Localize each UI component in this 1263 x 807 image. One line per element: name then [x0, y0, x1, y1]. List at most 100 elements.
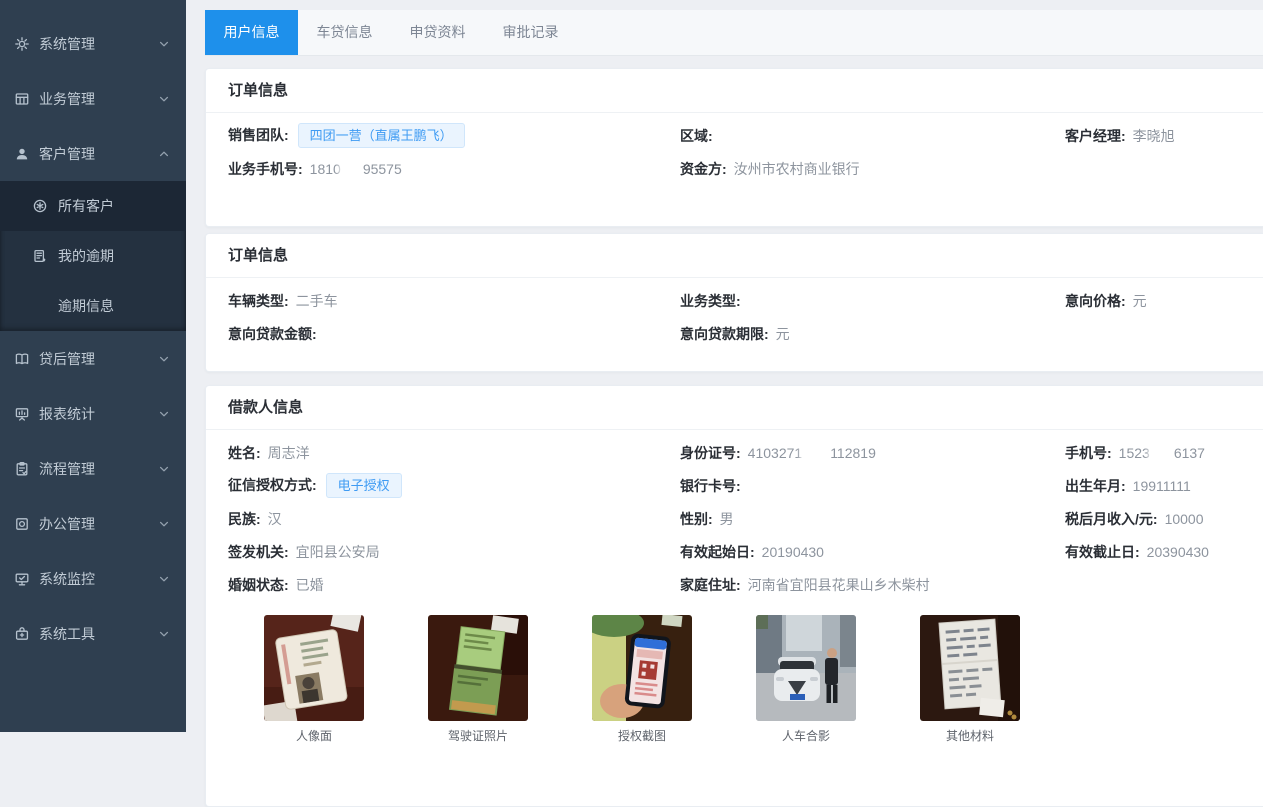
attachment-thumbnail-phone-qr[interactable] — [592, 615, 692, 721]
attachment-label: 驾驶证照片 — [428, 727, 528, 744]
field-value: 河南省宜阳县花果山乡木柴村 — [748, 577, 930, 593]
sidebar-item-all-customers[interactable]: 所有客户 — [0, 181, 186, 231]
attachment-label: 人车合影 — [756, 727, 856, 744]
sidebar-item-report-statistics[interactable]: 报表统计 — [0, 386, 186, 441]
field-row: 姓名:周志洋 身份证号:4103271112819 手机号:15236137 — [206, 436, 1263, 469]
field-label: 税后月收入/元: — [1065, 511, 1158, 527]
sidebar-item-label: 系统工具 — [39, 624, 95, 644]
sidebar-item-label: 报表统计 — [39, 404, 95, 424]
borrower-info-card: 借款人信息 姓名:周志洋 身份证号:4103271112819 手机号:1523… — [205, 385, 1263, 807]
field-row: 婚姻状态:已婚 家庭住址: 河南省宜阳县花果山乡木柴村 — [206, 568, 1263, 601]
sidebar-submenu-customer: 所有客户 我的逾期 逾期信息 — [0, 181, 186, 331]
attachment-thumbnail-handwritten-document[interactable] — [920, 615, 1020, 721]
field-label: 意向贷款金额: — [228, 326, 317, 342]
field-label: 业务类型: — [680, 293, 741, 309]
toolbox-icon — [14, 626, 30, 642]
field-valid-to: 有效截止日:20390430 — [1065, 542, 1263, 562]
user-icon — [14, 146, 30, 162]
field-valid-from: 有效起始日: 20190430 — [680, 542, 1065, 562]
field-row: 车辆类型: 二手车 业务类型: 意向价格:元 — [206, 284, 1263, 317]
field-marital-status: 婚姻状态:已婚 — [228, 575, 680, 595]
tab-approval-records[interactable]: 审批记录 — [484, 10, 577, 55]
chevron-down-icon — [158, 573, 170, 585]
field-intended-loan-term: 意向贷款期限:元 — [680, 324, 1065, 344]
field-birth-date: 出生年月:19911111 — [1065, 476, 1263, 496]
field-value: 4103271112819 — [748, 445, 876, 461]
field-label: 有效起始日: — [680, 544, 755, 560]
field-label: 性别: — [680, 511, 713, 527]
clipboard-icon — [14, 461, 30, 477]
chevron-down-icon — [158, 518, 170, 530]
credit-auth-tag[interactable]: 电子授权 — [326, 473, 402, 498]
card-title: 订单信息 — [206, 234, 1263, 278]
field-label: 意向贷款期限: — [680, 326, 769, 342]
sidebar-item-label: 所有客户 — [58, 196, 114, 216]
field-row: 征信授权方式: 电子授权 银行卡号: 出生年月:19911111 — [206, 469, 1263, 502]
sidebar-item-office-management[interactable]: 办公管理 — [0, 496, 186, 551]
order-info-card-1: 订单信息 销售团队:四团一营（直属王鹏飞） 区域: 客户经理:李晓旭 业务手机号… — [205, 68, 1263, 227]
sales-team-tag[interactable]: 四团一营（直属王鹏飞） — [298, 123, 465, 148]
chevron-down-icon — [158, 463, 170, 475]
field-mobile-phone: 手机号:15236137 — [1065, 443, 1263, 463]
field-issuing-authority: 签发机关: 宜阳县公安局 — [228, 542, 680, 562]
tab-loan-application-docs[interactable]: 申贷资料 — [391, 10, 484, 55]
field-label: 银行卡号: — [680, 478, 741, 494]
field-value: 汉 — [268, 511, 282, 527]
field-value: 宜阳县公安局 — [296, 544, 380, 560]
field-value: 20390430 — [1147, 544, 1209, 560]
field-sales-team: 销售团队: 四团一营（直属王鹏飞） — [228, 123, 680, 148]
field-customer-manager: 客户经理:李晓旭 — [1065, 126, 1263, 146]
field-funder: 资金方:汝州市农村商业银行 — [680, 159, 1065, 179]
order-info-card-2: 订单信息 车辆类型: 二手车 业务类型: 意向价格:元 意向贷款金额: 意向贷款期… — [205, 233, 1263, 372]
field-label: 客户经理: — [1065, 128, 1126, 144]
chevron-up-icon — [158, 148, 170, 160]
sidebar-item-label: 我的逾期 — [58, 246, 114, 266]
field-value: 汝州市农村商业银行 — [734, 161, 860, 177]
field-label: 家庭住址: — [680, 577, 741, 593]
sidebar-item-system-management[interactable]: 系统管理 — [0, 16, 186, 71]
square-circle-icon — [14, 516, 30, 532]
sidebar-item-post-loan-management[interactable]: 贷后管理 — [0, 331, 186, 386]
attachment-thumbnails — [228, 615, 1020, 721]
attachment-thumbnail-person-with-car[interactable] — [756, 615, 856, 721]
tab-car-loan-info[interactable]: 车贷信息 — [298, 10, 391, 55]
field-label: 车辆类型: — [228, 293, 289, 309]
sidebar-item-overdue-info[interactable]: 逾期信息 — [0, 281, 186, 331]
sidebar-item-my-overdue[interactable]: 我的逾期 — [0, 231, 186, 281]
field-value: 元 — [1133, 293, 1147, 309]
field-label: 征信授权方式: — [228, 477, 317, 493]
chevron-down-icon — [158, 38, 170, 50]
sidebar-item-label: 流程管理 — [39, 459, 95, 479]
sidebar-item-label: 逾期信息 — [58, 296, 114, 316]
field-value: 二手车 — [296, 293, 338, 309]
field-value: 10000 — [1165, 511, 1204, 527]
field-business-phone: 业务手机号: 181095575 — [228, 159, 680, 179]
field-ethnicity: 民族:汉 — [228, 509, 680, 529]
chevron-down-icon — [158, 353, 170, 365]
attachment-label: 人像面 — [264, 727, 364, 744]
field-label: 身份证号: — [680, 445, 741, 461]
sidebar-item-system-monitor[interactable]: 系统监控 — [0, 551, 186, 606]
field-label: 销售团队: — [228, 127, 289, 143]
attachment-thumbnail-id-card-front[interactable] — [264, 615, 364, 721]
sidebar-item-business-management[interactable]: 业务管理 — [0, 71, 186, 126]
field-vehicle-type: 车辆类型: 二手车 — [228, 291, 680, 311]
field-label: 签发机关: — [228, 544, 289, 560]
sidebar-item-process-management[interactable]: 流程管理 — [0, 441, 186, 496]
tab-user-info[interactable]: 用户信息 — [205, 10, 298, 55]
attachment-label: 授权截图 — [592, 727, 692, 744]
field-row: 签发机关: 宜阳县公安局 有效起始日: 20190430 有效截止日:2039043… — [206, 535, 1263, 568]
field-value: 181095575 — [310, 161, 402, 177]
field-value: 20190430 — [762, 544, 824, 560]
field-bank-card-number: 银行卡号: — [680, 476, 1065, 496]
sidebar-item-system-tools[interactable]: 系统工具 — [0, 606, 186, 661]
sidebar-item-customer-management[interactable]: 客户管理 — [0, 126, 186, 181]
attachment-label: 其他材料 — [920, 727, 1020, 744]
field-home-address: 家庭住址: 河南省宜阳县花果山乡木柴村 — [680, 575, 1065, 595]
attachment-thumbnail-green-booklet[interactable] — [428, 615, 528, 721]
field-label: 业务手机号: — [228, 161, 303, 177]
field-intended-price: 意向价格:元 — [1065, 291, 1263, 311]
field-row: 民族:汉 性别:男 税后月收入/元:10000 — [206, 502, 1263, 535]
field-row: 销售团队: 四团一营（直属王鹏飞） 区域: 客户经理:李晓旭 — [206, 119, 1263, 152]
field-label: 区域: — [680, 128, 713, 144]
